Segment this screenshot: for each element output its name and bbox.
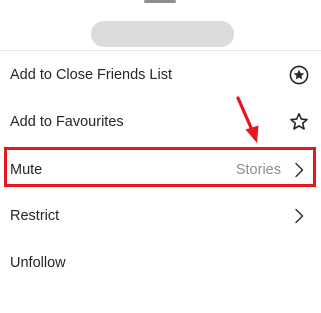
menu-item-mute[interactable]: Mute Stories <box>0 146 321 193</box>
chevron-right-icon <box>289 206 309 226</box>
bottom-sheet: Add to Close Friends List Add to Favouri… <box>0 0 321 313</box>
menu-item-value: Stories <box>235 161 281 178</box>
menu-item-unfollow[interactable]: Unfollow <box>0 239 321 286</box>
menu-item-label: Mute <box>10 161 43 178</box>
star-outline-icon <box>289 112 309 132</box>
menu-item-close-friends[interactable]: Add to Close Friends List <box>0 51 321 98</box>
username-placeholder <box>91 21 234 47</box>
menu-item-favourites[interactable]: Add to Favourites <box>0 98 321 145</box>
menu-item-label: Add to Close Friends List <box>10 66 172 83</box>
grab-handle[interactable] <box>144 0 176 3</box>
menu-item-label: Unfollow <box>10 254 66 271</box>
menu-item-label: Restrict <box>10 207 60 224</box>
chevron-right-icon <box>289 160 309 180</box>
menu-item-restrict[interactable]: Restrict <box>0 192 321 239</box>
menu-item-label: Add to Favourites <box>10 113 124 130</box>
star-circle-icon <box>289 65 309 85</box>
